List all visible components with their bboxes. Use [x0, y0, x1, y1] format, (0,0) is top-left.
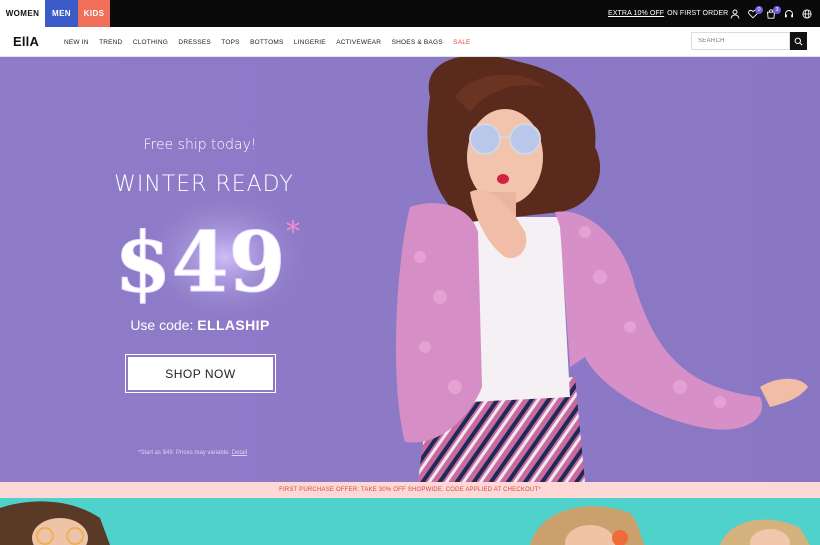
nav-item-tops[interactable]: TOPS [221, 39, 239, 46]
top-promo-link[interactable]: EXTRA 10% OFF [608, 10, 664, 17]
globe-icon[interactable] [798, 0, 816, 27]
top-promo-text: ON FIRST ORDER [667, 10, 729, 17]
price-text: $49 [114, 215, 285, 309]
nav-item-dresses[interactable]: DRESSES [178, 39, 210, 46]
nav-menu: NEW IN TREND CLOTHING DRESSES TOPS BOTTO… [64, 27, 481, 57]
search-input[interactable] [691, 32, 790, 50]
nav-item-new-in[interactable]: NEW IN [64, 39, 89, 46]
main-nav: EllA NEW IN TREND CLOTHING DRESSES TOPS … [0, 27, 820, 57]
logo[interactable]: EllA [13, 34, 39, 49]
price-display: $49 * [114, 215, 300, 310]
use-code-text: Use code: ELLASHIP [0, 317, 400, 333]
next-banner-image [0, 498, 820, 545]
hero-banner: Free ship today! WINTER READY $49 * Use … [0, 57, 820, 482]
hero-headline: WINTER READY [114, 172, 294, 197]
nav-item-clothing[interactable]: CLOTHING [133, 39, 168, 46]
top-bar: WOMEN MEN KIDS EXTRA 10% OFF ON FIRST OR… [0, 0, 820, 27]
nav-item-trend[interactable]: TREND [99, 39, 122, 46]
headset-icon[interactable] [780, 0, 798, 27]
fine-print-text: *Start as $49. Prices may variable. [138, 450, 232, 456]
nav-item-sale[interactable]: SALE [453, 39, 470, 46]
fine-print: *Start as $49. Prices may variable. Deta… [138, 450, 247, 456]
next-banner [0, 498, 820, 545]
segment-women[interactable]: WOMEN [0, 0, 45, 27]
hero-text-block: Free ship today! WINTER READY $49 * Use … [0, 57, 400, 482]
segment-men[interactable]: MEN [45, 0, 78, 27]
search-button[interactable] [790, 32, 807, 50]
nav-item-bottoms[interactable]: BOTTOMS [250, 39, 283, 46]
nav-item-lingerie[interactable]: LINGERIE [294, 39, 326, 46]
use-code-prefix: Use code: [130, 317, 198, 333]
price-asterisk: * [286, 215, 300, 248]
cart-icon[interactable]: 3 [762, 0, 781, 27]
free-ship-text: Free ship today! [143, 137, 257, 153]
fine-print-detail-link[interactable]: Detail [232, 450, 247, 456]
promo-code: ELLASHIP [197, 317, 270, 333]
search-icon [794, 37, 803, 45]
account-icon[interactable] [726, 0, 744, 27]
nav-item-activewear[interactable]: ACTIVEWEAR [336, 39, 381, 46]
segment-kids[interactable]: KIDS [78, 0, 110, 27]
shop-now-button[interactable]: SHOP NOW [125, 354, 276, 393]
wishlist-icon[interactable]: 0 [744, 0, 763, 27]
top-promo[interactable]: EXTRA 10% OFF ON FIRST ORDER [608, 0, 728, 27]
top-icons: 0 3 [726, 0, 816, 27]
nav-item-shoes-bags[interactable]: SHOES & BAGS [392, 39, 443, 46]
offer-strip[interactable]: FIRST PURCHASE OFFER: TAKE 30% OFF SHOPW… [0, 482, 820, 498]
